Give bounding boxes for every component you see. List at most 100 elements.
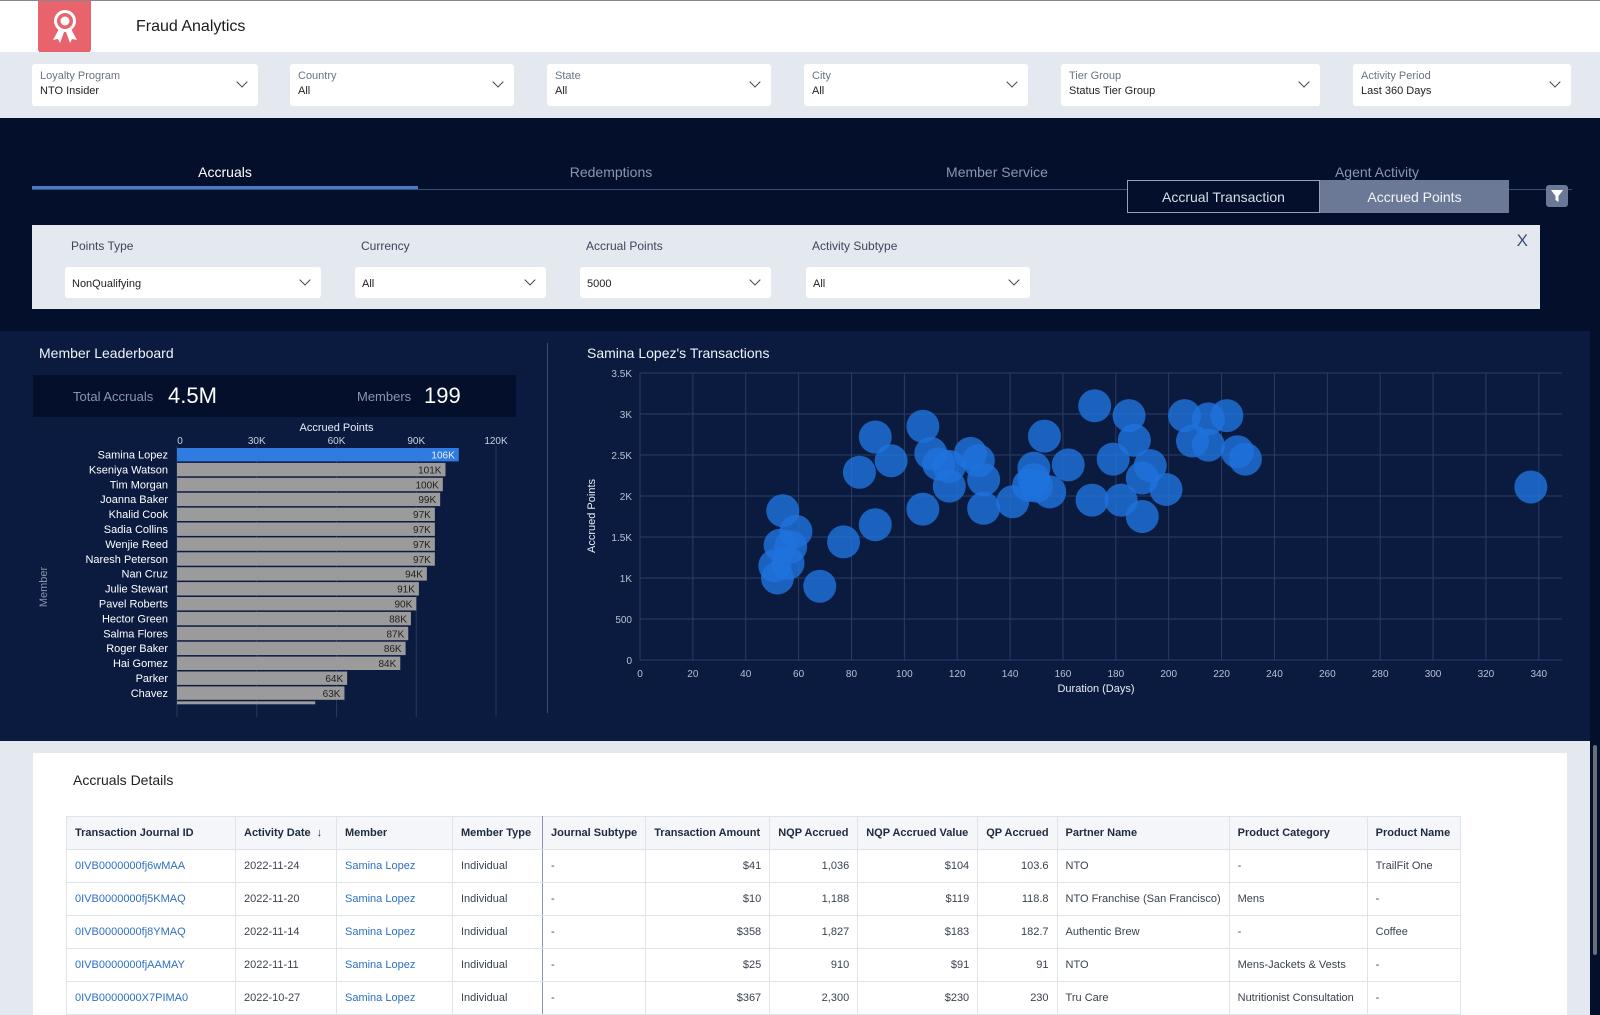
col-transaction-journal-id[interactable]: Transaction Journal ID <box>66 816 236 850</box>
col-nqp-accrued[interactable]: NQP Accrued <box>769 816 859 850</box>
bar-pavel-roberts[interactable] <box>177 597 417 611</box>
cell-transaction-journal-id[interactable]: 0IVB0000000fjAAMAY <box>66 948 236 982</box>
col-partner-name[interactable]: Partner Name <box>1056 816 1230 850</box>
city-filter[interactable]: City All <box>804 64 1028 106</box>
scatter-point[interactable] <box>1514 470 1548 504</box>
col-member-type[interactable]: Member Type <box>452 816 543 850</box>
bar-chavez[interactable] <box>177 686 345 700</box>
activity-period-filter[interactable]: Activity Period Last 360 Days <box>1353 64 1571 106</box>
state-filter[interactable]: State All <box>547 64 771 106</box>
bar-tim-morgan[interactable] <box>177 477 443 492</box>
bar-joanna-baker[interactable] <box>177 492 441 507</box>
bar-value-label: 106K <box>431 451 455 462</box>
bar-salma-flores[interactable] <box>177 626 409 641</box>
col-activity-date[interactable]: Activity Date ↓ <box>235 816 337 850</box>
global-filter-bar: Loyalty Program NTO Insider Country All … <box>0 52 1600 118</box>
accrued-points-toggle[interactable]: Accrued Points <box>1320 180 1509 213</box>
scatter-point[interactable] <box>1149 472 1183 506</box>
cell-member-name[interactable]: Samina Lopez <box>336 981 453 1015</box>
table-row[interactable]: 0IVB0000000fjAAMAY 2022-11-11 Samina Lopez… <box>66 948 1461 982</box>
loyalty-program-filter[interactable]: Loyalty Program NTO Insider <box>32 64 258 106</box>
bar-khalid-cook[interactable] <box>177 507 435 521</box>
currency-select[interactable]: All <box>355 267 546 298</box>
bar-category-label: Joanna Baker <box>100 494 168 506</box>
app-logo[interactable] <box>38 1 91 53</box>
cell-nqp-accrued-value: $230 <box>857 981 979 1015</box>
activity-subtype-select[interactable]: All <box>806 267 1030 298</box>
scatter-point[interactable] <box>1033 475 1067 509</box>
scatter-point[interactable] <box>827 525 861 559</box>
cell-transaction-journal-id[interactable]: 0IVB0000000X7PIMA0 <box>66 981 236 1015</box>
cell-product-category: Mens-Jackets & Vests <box>1228 948 1368 982</box>
tab-accruals[interactable]: Accruals <box>32 164 418 180</box>
scatter-point[interactable] <box>906 492 940 526</box>
scatter-point[interactable] <box>1075 483 1109 517</box>
cell-member-name[interactable]: Samina Lopez <box>336 849 453 883</box>
cell-transaction-journal-id[interactable]: 0IVB0000000fj6wMAA <box>66 849 236 883</box>
scatter-point[interactable] <box>1051 448 1085 482</box>
bar-sadia-collins[interactable] <box>177 522 435 536</box>
scatter-x-tick: 40 <box>740 669 752 680</box>
bar-value-label: 97K <box>413 525 431 536</box>
scatter-point[interactable] <box>1191 428 1225 462</box>
col-product-category[interactable]: Product Category <box>1228 816 1368 850</box>
cell-activity-date: 2022-10-27 <box>235 981 337 1015</box>
bar-nan-cruz[interactable] <box>177 567 427 581</box>
tab-agent-activity[interactable]: Agent Activity <box>1184 164 1570 180</box>
scatter-y-tick: 2.5K <box>611 451 632 462</box>
tab-member-service[interactable]: Member Service <box>804 164 1190 180</box>
cell-member-name[interactable]: Samina Lopez <box>336 915 453 949</box>
scatter-point[interactable] <box>779 514 813 548</box>
table-row[interactable]: 0IVB0000000fj6wMAA 2022-11-24 Samina Lopez… <box>66 849 1461 883</box>
scatter-point[interactable] <box>1228 442 1262 476</box>
scatter-point[interactable] <box>1078 389 1112 423</box>
tab-redemptions[interactable]: Redemptions <box>418 164 804 180</box>
col-qp-accrued[interactable]: QP Accrued <box>977 816 1058 850</box>
scatter-y-tick: 3.5K <box>611 369 632 380</box>
table-row[interactable]: 0IVB0000000fj8YMAQ 2022-11-14 Samina Lopez… <box>66 915 1461 949</box>
scatter-x-tick: 180 <box>1107 669 1124 680</box>
bar-samina-lopez[interactable] <box>177 448 459 462</box>
scatter-point[interactable] <box>967 463 1001 497</box>
scatter-point[interactable] <box>967 491 1001 525</box>
scatter-point[interactable] <box>1210 399 1244 433</box>
cell-transaction-journal-id[interactable]: 0IVB0000000fj8YMAQ <box>66 915 236 949</box>
bar-julie-stewart[interactable] <box>177 582 419 596</box>
scatter-point[interactable] <box>858 508 892 542</box>
col-product-name[interactable]: Product Name <box>1366 816 1461 850</box>
bar-parker[interactable] <box>177 671 348 685</box>
scatter-point[interactable] <box>803 569 837 603</box>
bar-hector-green[interactable] <box>177 611 411 626</box>
bar-hai-gomez[interactable] <box>177 656 401 670</box>
scatter-point[interactable] <box>1027 419 1061 453</box>
bar-naresh-peterson[interactable] <box>177 552 435 566</box>
scatter-point[interactable] <box>842 455 876 489</box>
scrollbar-thumb[interactable] <box>1593 745 1597 955</box>
scatter-x-tick: 60 <box>793 669 805 680</box>
scatter-x-tick: 0 <box>637 669 643 680</box>
tier-group-filter[interactable]: Tier Group Status Tier Group <box>1061 64 1320 106</box>
col-transaction-amount[interactable]: Transaction Amount <box>645 816 771 850</box>
points-type-select[interactable]: NonQualifying <box>65 267 321 298</box>
close-filter-panel-button[interactable]: X <box>1517 231 1528 251</box>
filter-button[interactable] <box>1546 185 1568 207</box>
table-row[interactable]: 0IVB0000000X7PIMA0 2022-10-27 Samina Lopez… <box>66 981 1461 1015</box>
accrual-points-select[interactable]: 5000 <box>580 267 771 298</box>
col-journal-subtype[interactable]: Journal Subtype <box>541 816 647 850</box>
col-member[interactable]: Member <box>336 816 453 850</box>
table-row[interactable]: 0IVB0000000fj5KMAQ 2022-11-20 Samina Lopez… <box>66 882 1461 916</box>
cell-member-name[interactable]: Samina Lopez <box>336 882 453 916</box>
scatter-point[interactable] <box>1125 500 1159 533</box>
cell-transaction-journal-id[interactable]: 0IVB0000000fj5KMAQ <box>66 882 236 916</box>
cell-member-name[interactable]: Samina Lopez <box>336 948 453 982</box>
country-filter[interactable]: Country All <box>290 64 514 106</box>
scatter-y-tick: 1K <box>620 574 633 585</box>
bar-kseniya-watson[interactable] <box>177 462 446 477</box>
col-nqp-accrued-value[interactable]: NQP Accrued Value <box>857 816 979 850</box>
accrual-transaction-toggle[interactable]: Accrual Transaction <box>1127 180 1320 213</box>
bar-roger-baker[interactable] <box>177 641 406 656</box>
bar-wenjie-reed[interactable] <box>177 537 435 551</box>
bar-value-label: 88K <box>389 614 407 625</box>
scatter-point[interactable] <box>874 444 908 478</box>
cell-journal-subtype: - <box>541 981 647 1015</box>
